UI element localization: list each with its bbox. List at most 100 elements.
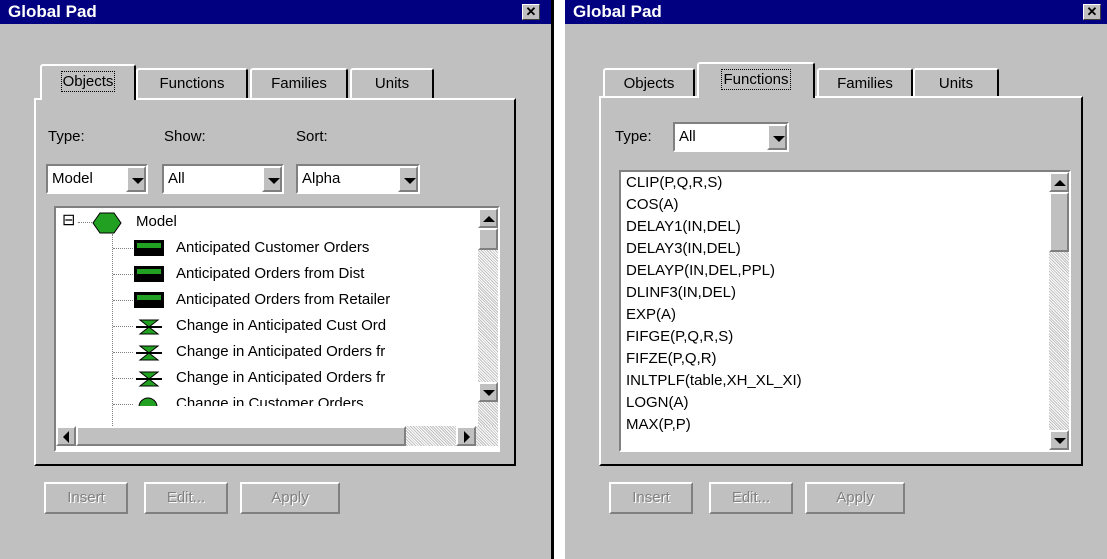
scroll-left-button[interactable] (56, 426, 76, 446)
flow-icon (136, 345, 162, 361)
scroll-down-button[interactable] (1049, 430, 1069, 450)
list-item[interactable]: EXP(A) (626, 306, 676, 323)
window-title: Global Pad (573, 2, 662, 21)
tree-item[interactable]: Change in Customer Orders (56, 392, 476, 406)
flow-icon (136, 319, 162, 335)
arrow-down-icon (483, 390, 495, 396)
stock-icon (134, 292, 164, 308)
tree-connector (113, 326, 133, 327)
close-icon: ✕ (1086, 4, 1098, 19)
arrow-left-icon (63, 431, 69, 443)
edit-button[interactable]: Edit... (709, 482, 793, 514)
tree-item-label: Anticipated Orders from Retailer (176, 291, 391, 308)
tree-root-row[interactable]: ⊟ Model (56, 210, 476, 236)
tree-item-label: Anticipated Customer Orders (176, 239, 370, 256)
close-button[interactable]: ✕ (1083, 4, 1101, 20)
type-select-value: Model (52, 170, 93, 187)
title-bar[interactable]: Global Pad ✕ (0, 0, 551, 24)
tab-functions[interactable]: Functions (136, 68, 248, 98)
tree-connector (113, 248, 133, 249)
list-item[interactable]: DELAYP(IN,DEL,PPL) (626, 262, 775, 279)
sort-select-value: Alpha (302, 170, 341, 187)
tab-units[interactable]: Units (913, 68, 999, 98)
apply-button[interactable]: Apply (240, 482, 340, 514)
show-select-value: All (168, 170, 185, 187)
stock-icon (134, 240, 164, 256)
converter-icon (138, 397, 158, 406)
edit-button[interactable]: Edit... (144, 482, 228, 514)
window-title: Global Pad (8, 2, 97, 21)
functions-list[interactable]: CLIP(P,Q,R,S) COS(A) DELAY1(IN,DEL) DELA… (619, 170, 1071, 452)
tree-item[interactable]: Anticipated Orders from Retailer (56, 288, 476, 314)
list-item[interactable]: DELAY1(IN,DEL) (626, 218, 741, 235)
scroll-thumb[interactable] (76, 426, 406, 446)
model-icon (92, 212, 122, 234)
insert-button[interactable]: Insert (609, 482, 693, 514)
tree-item-label: Change in Anticipated Cust Ord (176, 317, 387, 334)
global-pad-window-objects: Global Pad ✕ Objects Functions Families … (0, 0, 554, 559)
list-item[interactable]: LOGN(A) (626, 394, 689, 411)
functions-vertical-scrollbar[interactable] (1049, 172, 1069, 450)
object-tree[interactable]: ⊟ Model Anticipated Customer Orders Anti… (54, 206, 500, 452)
list-item[interactable]: DELAY3(IN,DEL) (626, 240, 741, 257)
arrow-up-icon (1054, 180, 1066, 186)
list-item[interactable]: FIFGE(P,Q,R,S) (626, 328, 733, 345)
list-item[interactable]: FIFZE(P,Q,R) (626, 350, 717, 367)
scroll-thumb[interactable] (1049, 192, 1069, 252)
type-label: Type: (48, 128, 85, 145)
tab-families[interactable]: Families (250, 68, 348, 98)
list-item[interactable]: COS(A) (626, 196, 679, 213)
tree-item[interactable]: Change in Anticipated Orders fr (56, 366, 476, 392)
tree-item[interactable]: Change in Anticipated Orders fr (56, 340, 476, 366)
close-icon: ✕ (525, 4, 537, 19)
insert-button[interactable]: Insert (44, 482, 128, 514)
tab-families-label: Families (837, 75, 893, 92)
scroll-up-button[interactable] (1049, 172, 1069, 192)
list-item[interactable]: MAX(P,P) (626, 416, 691, 432)
list-item[interactable]: CLIP(P,Q,R,S) (626, 174, 722, 191)
show-dropdown-button[interactable] (262, 166, 282, 192)
tree-item[interactable]: Anticipated Customer Orders (56, 236, 476, 262)
tree-horizontal-scrollbar[interactable] (56, 426, 498, 446)
tree-vertical-scrollbar[interactable] (478, 208, 498, 426)
tab-objects-label: Objects (623, 75, 675, 92)
tab-families-label: Families (271, 75, 327, 92)
tab-families[interactable]: Families (817, 68, 913, 98)
apply-button[interactable]: Apply (805, 482, 905, 514)
tree-connector (113, 378, 133, 379)
show-select[interactable]: All (162, 164, 284, 194)
list-item[interactable]: DLINF3(IN,DEL) (626, 284, 736, 301)
sort-label: Sort: (296, 128, 328, 145)
tree-item-label: Change in Customer Orders (176, 395, 364, 406)
type-dropdown-button[interactable] (126, 166, 146, 192)
tab-objects[interactable]: Objects (603, 68, 695, 98)
tree-item[interactable]: Anticipated Orders from Dist (56, 262, 476, 288)
close-button[interactable]: ✕ (522, 4, 540, 20)
tab-functions[interactable]: Functions (697, 62, 815, 98)
tree-connector (113, 352, 133, 353)
sort-dropdown-button[interactable] (398, 166, 418, 192)
list-item[interactable]: INLTPLF(table,XH_XL_XI) (626, 372, 802, 389)
tab-objects-label: Objects (60, 71, 116, 92)
sort-select[interactable]: Alpha (296, 164, 420, 194)
type-select[interactable]: All (673, 122, 789, 152)
tree-item-label: Anticipated Orders from Dist (176, 265, 365, 282)
type-dropdown-button[interactable] (767, 124, 787, 150)
chevron-down-icon (773, 136, 785, 142)
tree-connector (113, 274, 133, 275)
collapse-icon[interactable]: ⊟ (62, 210, 75, 230)
scroll-up-button[interactable] (478, 208, 498, 228)
arrow-up-icon (483, 216, 495, 222)
tab-objects[interactable]: Objects (40, 64, 136, 100)
tree-item[interactable]: Change in Anticipated Cust Ord (56, 314, 476, 340)
tree-item-label: Change in Anticipated Orders fr (176, 343, 386, 360)
tab-functions-label: Functions (159, 75, 225, 92)
title-bar[interactable]: Global Pad ✕ (565, 0, 1107, 24)
scroll-right-button[interactable] (456, 426, 476, 446)
scroll-down-button[interactable] (478, 382, 498, 402)
type-select[interactable]: Model (46, 164, 148, 194)
tree-connector (113, 300, 133, 301)
scroll-thumb[interactable] (478, 228, 498, 250)
global-pad-window-functions: Global Pad ✕ Objects Functions Families … (563, 0, 1107, 559)
tab-units[interactable]: Units (350, 68, 434, 98)
